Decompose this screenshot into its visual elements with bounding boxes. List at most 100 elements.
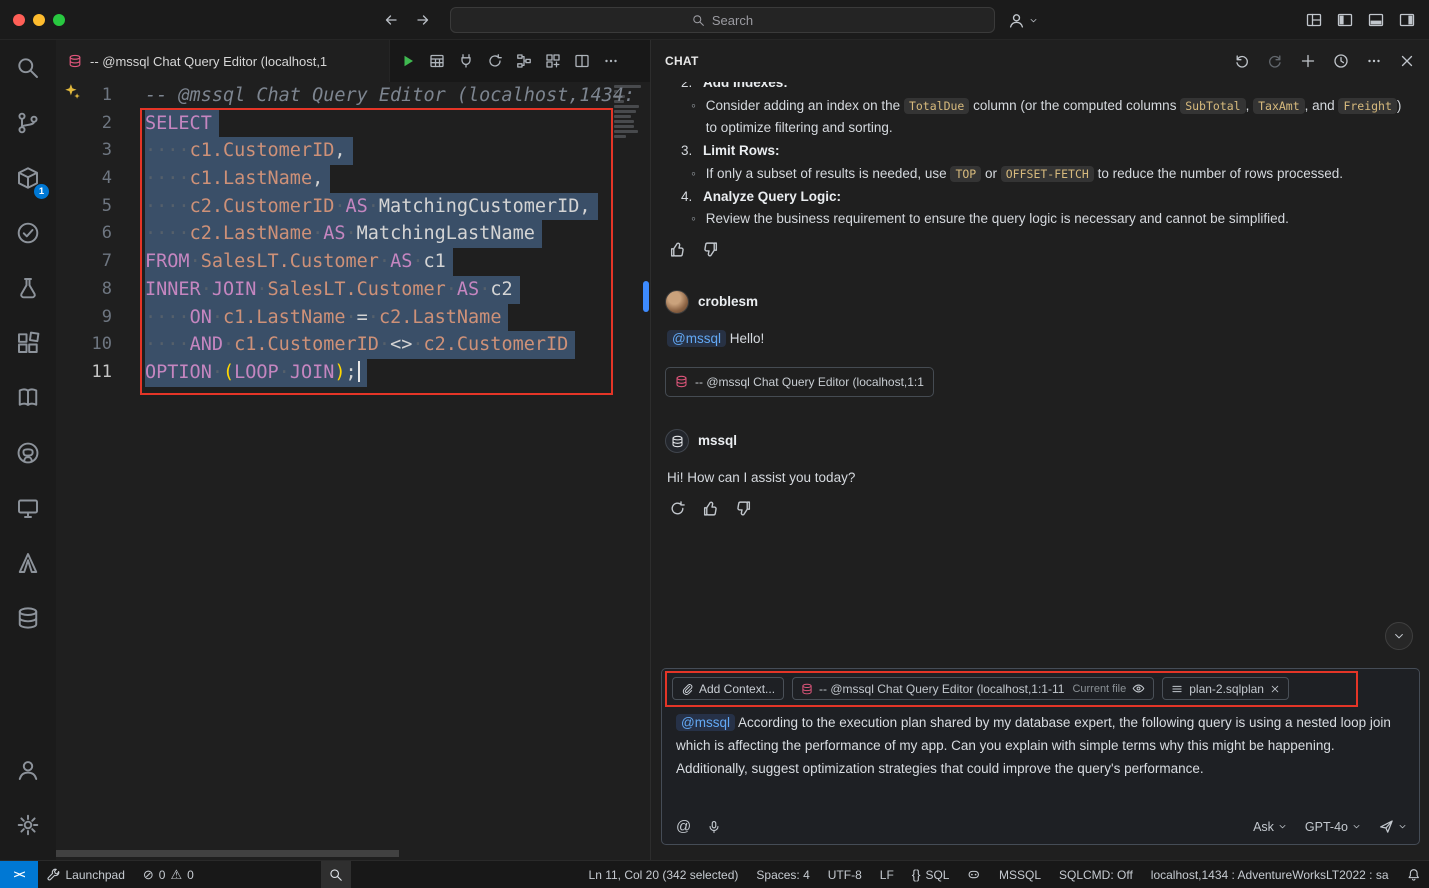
- thumbs-down-icon[interactable]: [735, 500, 752, 517]
- mention-picker-icon[interactable]: @: [676, 818, 691, 835]
- cursor-position-item[interactable]: Ln 11, Col 20 (342 selected): [580, 861, 748, 888]
- results-grid-icon[interactable]: [429, 53, 445, 69]
- connection-icon[interactable]: [458, 53, 474, 69]
- code-line[interactable]: 4····c1.LastName,: [56, 165, 650, 193]
- close-icon[interactable]: [1399, 53, 1415, 69]
- code-line[interactable]: 2SELECT: [56, 110, 650, 138]
- user-avatar: [665, 290, 689, 314]
- zoom-window-button[interactable]: [53, 14, 65, 26]
- close-window-button[interactable]: [13, 14, 25, 26]
- code-line[interactable]: 10····AND·c1.CustomerID·<>·c2.CustomerID: [56, 331, 650, 359]
- mssql-mention-chip[interactable]: @mssql: [667, 330, 726, 347]
- code-line[interactable]: 7FROM·SalesLT.Customer·AS·c1: [56, 248, 650, 276]
- minimap-line: [614, 100, 624, 103]
- sidebar-item-tasks[interactable]: [4, 209, 52, 257]
- sidebar-item-sql-server[interactable]: [4, 594, 52, 642]
- indentation-item[interactable]: Spaces: 4: [747, 861, 818, 888]
- add-context-button[interactable]: Add Context...: [672, 677, 784, 700]
- mssql-item[interactable]: MSSQL: [990, 861, 1050, 888]
- back-button[interactable]: [383, 12, 399, 28]
- mssql-mention-chip[interactable]: @mssql: [676, 714, 735, 731]
- redo-icon[interactable]: [1267, 53, 1283, 69]
- sidebar-item-remote-explorer[interactable]: 1: [4, 154, 52, 202]
- sidebar-item-search[interactable]: [4, 44, 52, 92]
- more-icon[interactable]: [1366, 53, 1382, 69]
- code-line[interactable]: 9····ON·c1.LastName·=·c2.LastName: [56, 304, 650, 332]
- sidebar-item-remote-window[interactable]: [4, 484, 52, 532]
- code-editor[interactable]: 1-- @mssql Chat Query Editor (localhost,…: [56, 82, 650, 860]
- table-designer-icon[interactable]: [545, 53, 561, 69]
- connection-item[interactable]: localhost,1434 : AdventureWorksLT2022 : …: [1142, 861, 1398, 888]
- horizontal-scrollbar[interactable]: [56, 850, 399, 857]
- minimize-window-button[interactable]: [33, 14, 45, 26]
- sidebar-item-accounts[interactable]: [4, 746, 52, 794]
- toggle-secondary-sidebar-icon[interactable]: [1399, 12, 1415, 28]
- thumbs-up-icon[interactable]: [669, 241, 686, 258]
- regenerate-icon[interactable]: [669, 500, 686, 517]
- customize-layout-icon[interactable]: [1306, 12, 1322, 28]
- chat-list-item: 4.Analyze Query Logic:◦Review the busine…: [665, 186, 1411, 231]
- microphone-icon[interactable]: [707, 820, 721, 834]
- minimap[interactable]: [614, 85, 646, 138]
- check-circle-icon: [16, 221, 40, 245]
- chat-input-box[interactable]: Add Context... -- @mssql Chat Query Edit…: [661, 668, 1420, 845]
- language-item[interactable]: {} SQL: [903, 861, 959, 888]
- scrollbar-handle[interactable]: [643, 281, 649, 312]
- notifications-bell-icon[interactable]: [1398, 861, 1429, 888]
- title-bar: Search: [0, 0, 1429, 40]
- eye-icon[interactable]: [1132, 682, 1145, 695]
- chat-history-icon[interactable]: [1333, 53, 1349, 69]
- forward-button[interactable]: [415, 12, 431, 28]
- sidebar-item-settings[interactable]: [4, 801, 52, 849]
- code-line[interactable]: 6····c2.LastName·AS·MatchingLastName: [56, 220, 650, 248]
- code-line[interactable]: 11OPTION·(LOOP·JOIN);: [56, 359, 650, 387]
- scroll-to-bottom-button[interactable]: [1385, 622, 1413, 650]
- undo-icon[interactable]: [1234, 53, 1250, 69]
- chat-list-item: 3.Limit Rows:◦If only a subset of result…: [665, 140, 1411, 185]
- beaker-icon: [16, 276, 40, 300]
- sidebar-item-notebooks[interactable]: [4, 374, 52, 422]
- model-dropdown[interactable]: GPT-4o: [1305, 820, 1361, 834]
- new-chat-icon[interactable]: [1300, 53, 1316, 69]
- remove-context-icon[interactable]: [1270, 684, 1280, 694]
- eol-item[interactable]: LF: [871, 861, 903, 888]
- thumbs-up-icon[interactable]: [702, 500, 719, 517]
- problems-item[interactable]: ⊘ 0 ⚠ 0: [134, 861, 203, 888]
- zoom-indicator[interactable]: [321, 861, 351, 888]
- context-file-chip[interactable]: -- @mssql Chat Query Editor (localhost,1…: [792, 677, 1154, 700]
- encoding-item[interactable]: UTF-8: [819, 861, 871, 888]
- code-line[interactable]: 3····c1.CustomerID,: [56, 137, 650, 165]
- editor-toolbar: [390, 40, 650, 82]
- sqlcmd-item[interactable]: SQLCMD: Off: [1050, 861, 1142, 888]
- current-file-label: Current file: [1072, 683, 1126, 695]
- run-query-button[interactable]: [400, 53, 416, 69]
- mode-dropdown[interactable]: Ask: [1253, 820, 1287, 834]
- split-editor-icon[interactable]: [574, 53, 590, 69]
- more-actions-icon[interactable]: [603, 53, 619, 69]
- context-plan-chip[interactable]: plan-2.sqlplan: [1162, 677, 1289, 700]
- send-button[interactable]: [1379, 819, 1407, 834]
- chat-input-text[interactable]: @mssql According to the execution plan s…: [662, 702, 1419, 780]
- schema-tree-icon[interactable]: [516, 53, 532, 69]
- launchpad-item[interactable]: Launchpad: [38, 861, 134, 888]
- command-center-search[interactable]: Search: [450, 7, 995, 33]
- estimated-plan-icon[interactable]: [487, 53, 503, 69]
- toggle-panel-icon[interactable]: [1368, 12, 1384, 28]
- line-number: 5: [56, 193, 112, 221]
- editor-tab[interactable]: -- @mssql Chat Query Editor (localhost,1: [56, 40, 390, 82]
- code-line[interactable]: 1-- @mssql Chat Query Editor (localhost,…: [56, 82, 650, 110]
- remote-indicator[interactable]: ><: [0, 861, 38, 888]
- code-line[interactable]: 8INNER·JOIN·SalesLT.Customer·AS·c2: [56, 276, 650, 304]
- account-menu[interactable]: [1008, 0, 1038, 40]
- sidebar-item-github[interactable]: [4, 429, 52, 477]
- thumbs-down-icon[interactable]: [702, 241, 719, 258]
- toggle-primary-sidebar-icon[interactable]: [1337, 12, 1353, 28]
- copilot-status-icon[interactable]: [958, 861, 990, 888]
- sidebar-item-source-control[interactable]: [4, 99, 52, 147]
- attached-file-chip[interactable]: -- @mssql Chat Query Editor (localhost,1…: [665, 367, 934, 398]
- sidebar-item-azure[interactable]: [4, 539, 52, 587]
- copilot-sparkle-icon[interactable]: [64, 83, 81, 100]
- sidebar-item-testing[interactable]: [4, 264, 52, 312]
- sidebar-item-extensions[interactable]: [4, 319, 52, 367]
- code-line[interactable]: 5····c2.CustomerID·AS·MatchingCustomerID…: [56, 193, 650, 221]
